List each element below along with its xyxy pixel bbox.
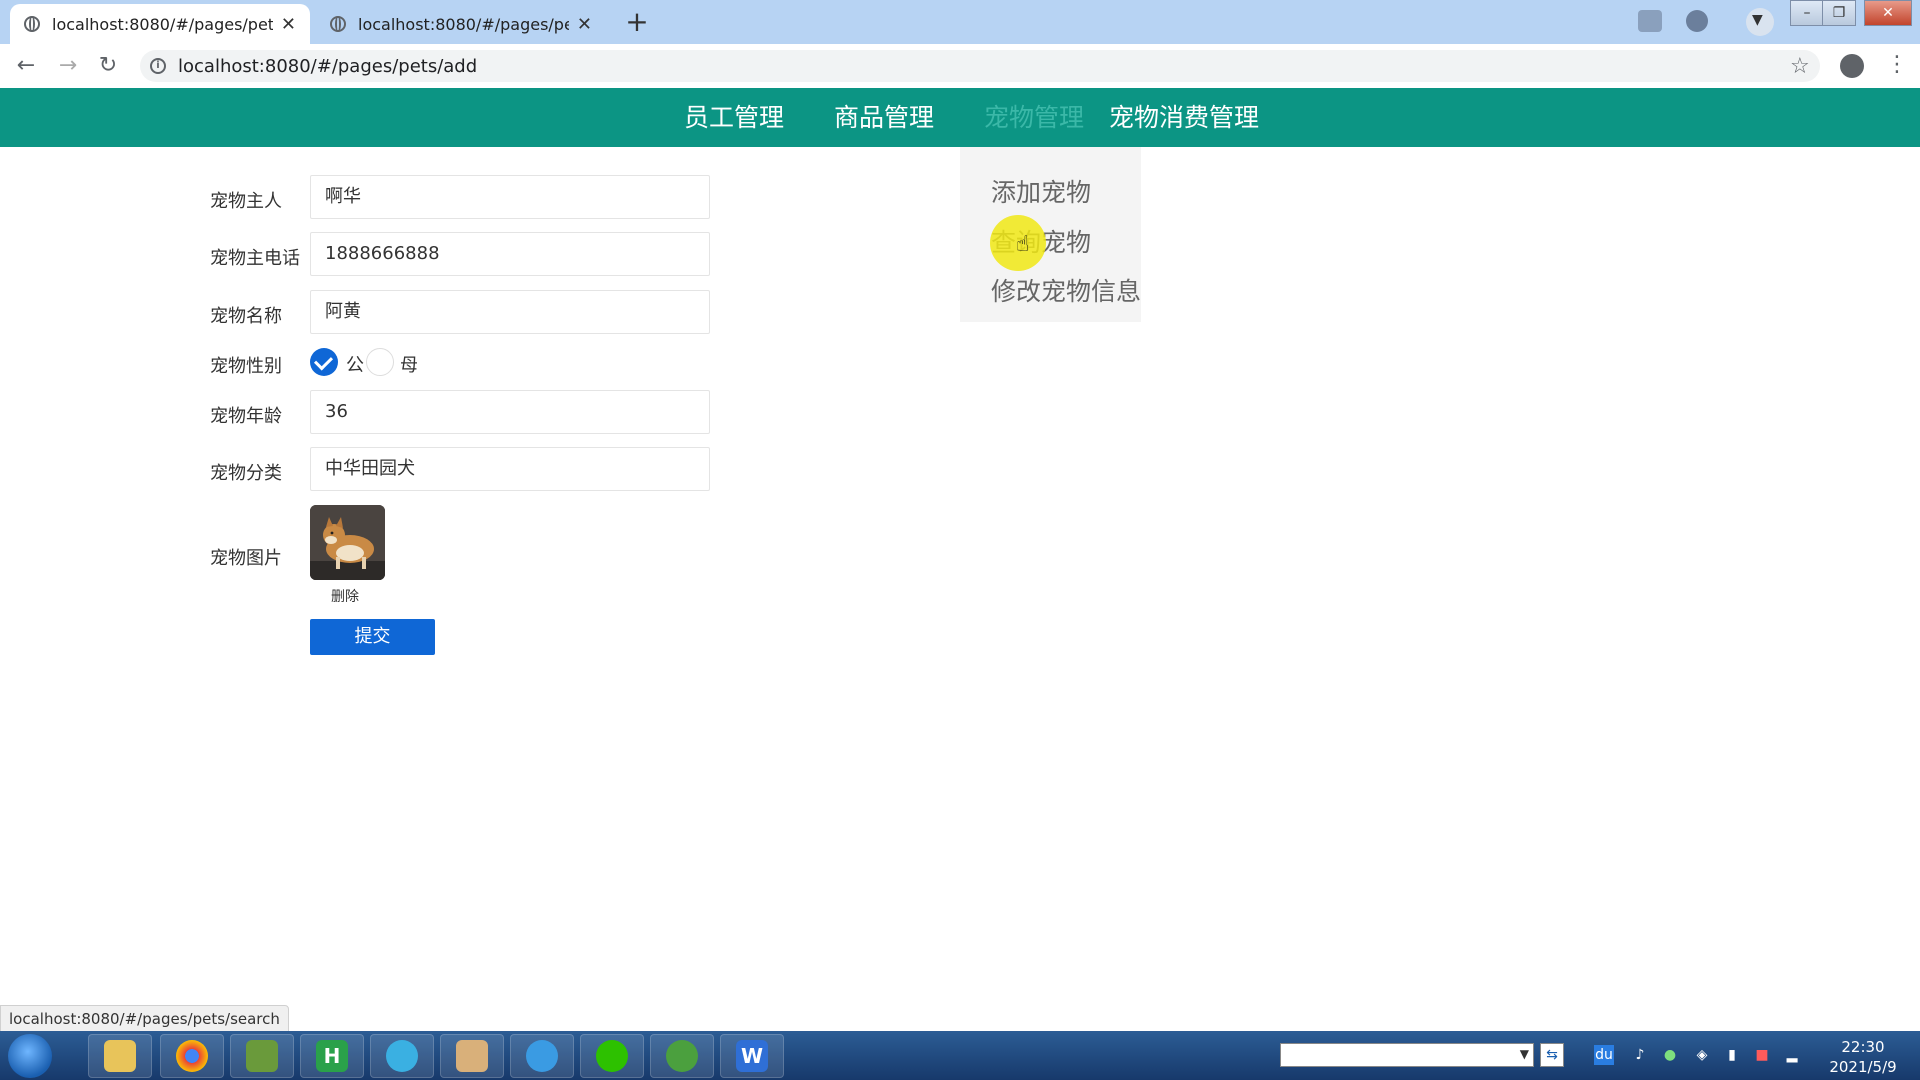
submit-button[interactable]: 提交 bbox=[310, 619, 435, 655]
phone-input[interactable]: 1888666888 bbox=[310, 232, 710, 276]
category-input[interactable]: 中华田园犬 bbox=[310, 447, 710, 491]
hand-cursor-icon: ☝ bbox=[1016, 232, 1030, 257]
taskbar-twitter[interactable] bbox=[510, 1034, 574, 1078]
extension-icon[interactable] bbox=[1638, 10, 1662, 32]
globe-icon bbox=[24, 16, 40, 32]
nav-item-goods[interactable]: 商品管理 bbox=[834, 88, 934, 147]
folder-icon bbox=[104, 1040, 136, 1072]
close-icon[interactable]: ✕ bbox=[281, 14, 296, 35]
image-label: 宠物图片 bbox=[210, 548, 282, 569]
app-navbar: 员工管理 商品管理 宠物管理 宠物消费管理 bbox=[0, 88, 1920, 147]
phone-label: 宠物主电话 bbox=[210, 248, 300, 269]
taskbar-wechat[interactable] bbox=[580, 1034, 644, 1078]
new-tab-button[interactable]: + bbox=[620, 6, 654, 40]
link-status-bar: localhost:8080/#/pages/pets/search bbox=[0, 1005, 289, 1033]
age-input[interactable]: 36 bbox=[310, 390, 710, 434]
taskbar-search-input[interactable] bbox=[1280, 1043, 1534, 1067]
taskbar-app-3[interactable] bbox=[230, 1034, 294, 1078]
globe-app-icon bbox=[386, 1040, 418, 1072]
sex-radio-female-label[interactable]: 母 bbox=[400, 351, 418, 377]
taskbar-clock[interactable]: 22:30 2021/5/9 bbox=[1818, 1037, 1908, 1077]
app-icon bbox=[246, 1040, 278, 1072]
sex-radio-male[interactable] bbox=[310, 348, 338, 376]
wechat-tray-icon[interactable]: ● bbox=[1660, 1045, 1680, 1065]
signal-tray-icon[interactable]: ▂ bbox=[1782, 1045, 1802, 1065]
menu-item-edit-pet[interactable]: 修改宠物信息 bbox=[991, 272, 1141, 308]
sex-label: 宠物性别 bbox=[210, 356, 282, 377]
url-text[interactable]: localhost:8080/#/pages/pets/add bbox=[178, 56, 477, 77]
url-input[interactable]: i localhost:8080/#/pages/pets/add bbox=[140, 50, 1820, 82]
profile-menu-icon[interactable] bbox=[1746, 8, 1774, 36]
taskbar-wps[interactable]: W bbox=[720, 1034, 784, 1078]
sex-radio-male-label[interactable]: 公 bbox=[346, 351, 364, 377]
nav-item-pet-consumption[interactable]: 宠物消费管理 bbox=[1109, 88, 1259, 147]
window-close-button[interactable]: ✕ bbox=[1864, 0, 1912, 26]
menu-item-add-pet[interactable]: 添加宠物 bbox=[991, 173, 1091, 209]
taskbar-paint[interactable] bbox=[440, 1034, 504, 1078]
taskbar-app-5[interactable] bbox=[370, 1034, 434, 1078]
wps-icon: W bbox=[736, 1040, 768, 1072]
network-tray-icon[interactable]: ◈ bbox=[1692, 1045, 1712, 1065]
start-button[interactable] bbox=[8, 1034, 52, 1078]
extension-icon[interactable] bbox=[1686, 10, 1708, 32]
bookmark-star-icon[interactable]: ☆ bbox=[1790, 54, 1810, 79]
owner-input[interactable]: 啊华 bbox=[310, 175, 710, 219]
name-input[interactable]: 阿黄 bbox=[310, 290, 710, 334]
menu-kebab-icon[interactable]: ⋮ bbox=[1886, 52, 1908, 77]
close-icon[interactable]: ✕ bbox=[577, 14, 592, 35]
paint-icon bbox=[456, 1040, 488, 1072]
forward-arrow-icon[interactable]: → bbox=[54, 52, 82, 80]
clock-time: 22:30 bbox=[1841, 1038, 1885, 1056]
chrome-icon bbox=[176, 1040, 208, 1072]
bird-icon bbox=[526, 1040, 558, 1072]
maximize-button[interactable]: ❐ bbox=[1822, 0, 1856, 26]
account-icon[interactable] bbox=[1840, 54, 1864, 78]
pets-dropdown-menu: 添加宠物 查询宠物 修改宠物信息 bbox=[960, 147, 1141, 322]
pet-image-thumbnail bbox=[310, 505, 385, 580]
volume-icon[interactable]: ♪ bbox=[1630, 1045, 1650, 1065]
name-label: 宠物名称 bbox=[210, 306, 282, 327]
dog-photo-icon bbox=[310, 505, 385, 580]
sex-radio-female[interactable] bbox=[366, 348, 394, 376]
owner-label: 宠物主人 bbox=[210, 191, 282, 212]
nav-item-staff[interactable]: 员工管理 bbox=[684, 88, 784, 147]
search-go-icon[interactable]: ⇆ bbox=[1540, 1043, 1564, 1067]
category-label: 宠物分类 bbox=[210, 463, 282, 484]
site-info-icon[interactable]: i bbox=[150, 58, 166, 74]
age-label: 宠物年龄 bbox=[210, 406, 282, 427]
delete-image-link[interactable]: 删除 bbox=[331, 586, 359, 606]
clock-date: 2021/5/9 bbox=[1829, 1058, 1897, 1076]
nav-item-pets[interactable]: 宠物管理 bbox=[984, 88, 1084, 147]
baidu-tray-icon[interactable]: du bbox=[1594, 1045, 1614, 1065]
hbuilder-icon: H bbox=[316, 1040, 348, 1072]
taskbar-app-9[interactable] bbox=[650, 1034, 714, 1078]
wechat-icon bbox=[596, 1040, 628, 1072]
tab-title: localhost:8080/#/pages/pets/add bbox=[52, 14, 273, 34]
tab-title: localhost:8080/#/pages/pets/search bbox=[358, 14, 569, 34]
address-toolbar: ← → ↻ i localhost:8080/#/pages/pets/add … bbox=[0, 44, 1920, 89]
os-taskbar: H W ⇆ du ♪ ● ◈ ▮ ■ ▂ 22:30 2021/5/9 bbox=[0, 1031, 1920, 1080]
security-tray-icon[interactable]: ■ bbox=[1752, 1045, 1772, 1065]
globe-icon bbox=[330, 16, 346, 32]
taskbar-hbuilder[interactable]: H bbox=[300, 1034, 364, 1078]
tab-pets-add[interactable]: localhost:8080/#/pages/pets/add ✕ bbox=[10, 4, 310, 44]
taskbar-chrome[interactable] bbox=[160, 1034, 224, 1078]
leaf-icon bbox=[666, 1040, 698, 1072]
reload-icon[interactable]: ↻ bbox=[94, 52, 122, 80]
taskbar-explorer[interactable] bbox=[88, 1034, 152, 1078]
minimize-button[interactable]: – bbox=[1790, 0, 1824, 26]
browser-tab-strip: localhost:8080/#/pages/pets/add ✕ localh… bbox=[0, 0, 1920, 44]
tab-pets-search[interactable]: localhost:8080/#/pages/pets/search ✕ bbox=[316, 4, 606, 44]
back-arrow-icon[interactable]: ← bbox=[12, 52, 40, 80]
usb-tray-icon[interactable]: ▮ bbox=[1722, 1045, 1742, 1065]
